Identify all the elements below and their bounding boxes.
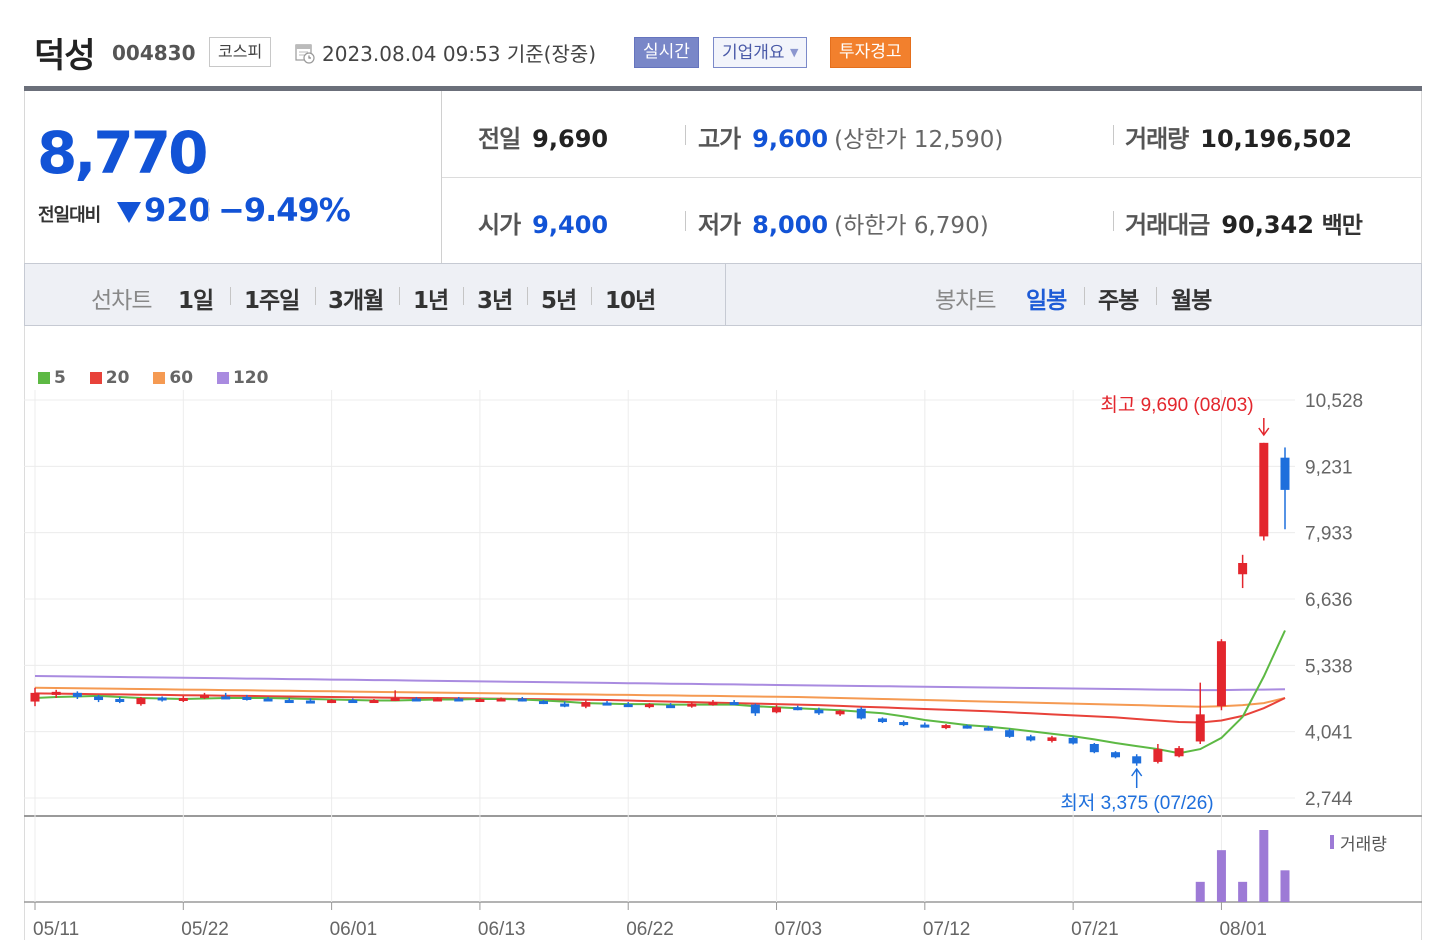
x-tick-label: 05/11 <box>33 919 79 940</box>
candle-body <box>835 710 845 715</box>
candle-body <box>1259 442 1269 537</box>
volume-bar <box>1280 870 1290 902</box>
candle-body <box>496 698 506 702</box>
volume-legend-swatch <box>1330 835 1334 849</box>
y-tick-label: 6,636 <box>1305 590 1353 611</box>
candle-body <box>560 703 570 707</box>
chart-grid <box>24 390 1422 910</box>
candle-body <box>920 724 930 728</box>
candle-body <box>1047 737 1057 741</box>
candle-body <box>72 692 82 697</box>
candle-body <box>708 702 718 706</box>
max-price-annotation: 최고 9,690 (08/03) <box>1100 394 1253 416</box>
candle-body <box>602 702 612 706</box>
candle-body <box>772 707 782 713</box>
y-tick-label: 7,933 <box>1305 524 1353 545</box>
candle-body <box>581 702 591 707</box>
candle-body <box>1153 749 1163 762</box>
candle-body <box>327 700 337 704</box>
candle-body <box>1005 730 1015 737</box>
candle-body <box>1280 457 1290 490</box>
y-tick-label: 4,041 <box>1305 723 1353 744</box>
candle-body <box>157 697 167 701</box>
candle-body <box>623 704 633 708</box>
candle-body <box>51 691 61 695</box>
min-price-annotation: 최저 3,375 (07/26) <box>1060 792 1213 814</box>
candle-body <box>538 701 548 705</box>
candle-body <box>1195 714 1205 742</box>
candle-body <box>793 707 803 711</box>
y-tick-label: 9,231 <box>1305 457 1353 478</box>
candle-body <box>856 708 866 719</box>
candle-body <box>348 700 358 704</box>
candle-body <box>242 696 252 700</box>
x-tick-label: 05/22 <box>181 919 229 940</box>
moving-averages <box>34 630 1286 755</box>
volume-label: 거래량 <box>1340 835 1387 854</box>
candle-body <box>1132 756 1142 764</box>
candle-body <box>1026 736 1036 741</box>
x-tick-label: 07/03 <box>775 919 823 940</box>
candle-body <box>750 704 760 714</box>
x-tick-label: 06/13 <box>478 919 526 940</box>
candle-body <box>899 722 909 726</box>
candle-body <box>644 704 654 708</box>
ma120-line <box>34 675 1286 692</box>
candle-body <box>263 698 273 702</box>
candle-body <box>666 705 676 709</box>
candle-body <box>178 697 188 701</box>
x-tick-label: 07/12 <box>923 919 971 940</box>
candle-body <box>475 699 485 703</box>
candle-body <box>1216 641 1226 707</box>
volume-bars <box>1195 830 1334 902</box>
volume-bar <box>1216 850 1226 902</box>
volume-bar <box>1195 881 1205 902</box>
candle-body <box>411 698 421 702</box>
candle-body <box>1089 744 1099 753</box>
ma5-line <box>34 630 1286 755</box>
candle-body <box>1068 737 1078 744</box>
candle-body <box>30 692 40 702</box>
x-tick-label: 06/01 <box>330 919 378 940</box>
candle-body <box>390 697 400 701</box>
candle-body <box>433 698 443 702</box>
candle-body <box>454 698 464 702</box>
candle-body <box>517 698 527 702</box>
volume-bar <box>1259 830 1269 902</box>
candlestick-chart[interactable]: 10,528 9,231 7,933 6,636 5,338 4,041 2,744 05/… <box>0 0 1450 940</box>
x-tick-label: 08/01 <box>1219 919 1267 940</box>
candle-body <box>369 700 379 704</box>
candle-body <box>221 696 231 700</box>
y-tick-label: 2,744 <box>1305 789 1353 810</box>
candle-body <box>115 699 125 703</box>
y-tick-label: 5,338 <box>1305 656 1353 677</box>
candle-body <box>199 694 209 698</box>
candle-body <box>877 718 887 723</box>
candle-body <box>687 703 697 707</box>
volume-bar <box>1238 881 1248 902</box>
x-tick-label: 07/21 <box>1071 919 1119 940</box>
candle-body <box>1174 748 1184 757</box>
candle-body <box>941 725 951 729</box>
candle-body <box>136 697 146 705</box>
candle-body <box>1238 563 1248 575</box>
candle-body <box>983 727 993 731</box>
candle-body <box>305 700 315 704</box>
candle-body <box>1111 752 1121 758</box>
candle-body <box>284 700 294 704</box>
candle-body <box>94 696 104 701</box>
x-tick-label: 06/22 <box>626 919 674 940</box>
side-strip <box>1423 88 1450 940</box>
candle-body <box>729 702 739 706</box>
candle-body <box>962 725 972 729</box>
x-axis-labels: 05/11 05/22 06/01 06/13 06/22 07/03 07/12 07/21… <box>33 919 1267 940</box>
y-tick-label: 10,528 <box>1305 391 1363 412</box>
y-axis-labels: 10,528 9,231 7,933 6,636 5,338 4,041 2,744 <box>1305 391 1363 810</box>
candle-body <box>814 709 824 714</box>
